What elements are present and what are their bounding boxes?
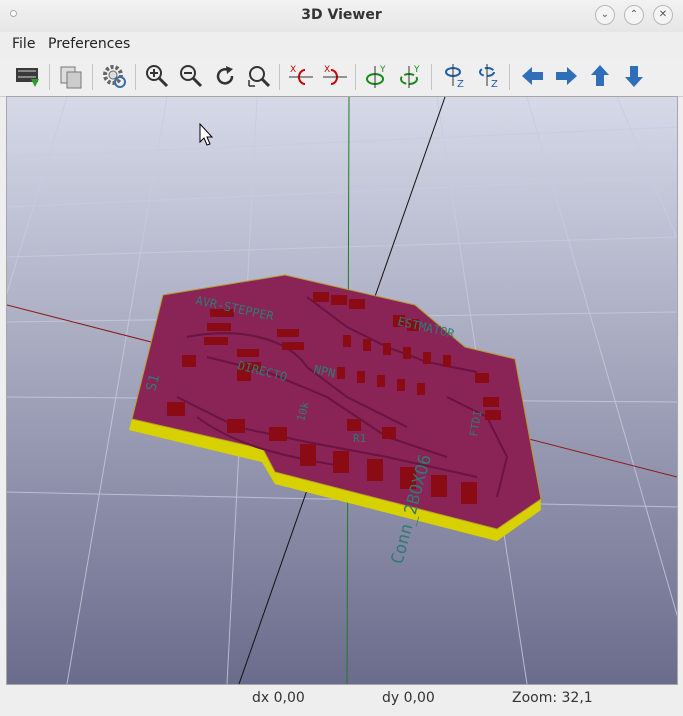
move-down-button[interactable] [620,62,648,90]
svg-text:Y: Y [379,65,386,75]
rotate-y-cw-button[interactable]: Y [363,62,391,90]
svg-text:Z: Z [457,79,464,90]
zoom-out-icon [180,65,203,88]
move-left-icon [522,67,543,85]
window-title: 3D Viewer [301,7,382,23]
toolbar-separator [49,64,50,90]
rotate-x-ccw-button[interactable]: X [321,62,349,90]
rotate-y-ccw-button[interactable]: Y [397,62,425,90]
settings-icon [103,65,126,88]
rotate-z-ccw-button[interactable]: Z [475,62,503,90]
status-dx: dx 0,00 [252,690,305,706]
move-up-button[interactable] [586,62,614,90]
zoom-out-button[interactable] [177,62,205,90]
title-bar: 3D Viewer ⌄ ⌃ ✕ [0,0,683,32]
svg-text:X: X [324,65,330,75]
rotate-y-cw-icon: Y [366,65,386,88]
3d-viewport[interactable]: AVR-STEPPER ESTMATOR NPN DIRECTO S1 10k … [6,96,678,685]
rotate-x-cw-button[interactable]: X [287,62,315,90]
status-dy: dy 0,00 [382,690,435,706]
toolbar-separator [355,64,356,90]
svg-text:Y: Y [413,65,420,75]
rotate-x-cw-icon: X [289,65,313,85]
rotate-z-ccw-icon: Z [479,64,498,90]
move-right-icon [556,67,577,85]
toolbar-separator [279,64,280,90]
menu-file[interactable]: File [12,36,35,52]
toolbar-separator [135,64,136,90]
maximize-icon[interactable]: ⌃ [624,5,644,25]
zoom-auto-button[interactable] [245,62,273,90]
toolbar-separator [431,64,432,90]
move-left-button[interactable] [519,62,547,90]
status-bar: dx 0,00 dy 0,00 Zoom: 32,1 [0,686,683,714]
move-down-icon [625,66,643,87]
settings-button[interactable] [100,62,128,90]
status-zoom: Zoom: 32,1 [512,690,593,706]
zoom-in-button[interactable] [143,62,171,90]
redraw-icon [216,66,234,85]
toolbar-separator [509,64,510,90]
copy-to-clipboard-icon [60,66,82,89]
move-up-icon [591,65,609,86]
board-render: AVR-STEPPER ESTMATOR NPN DIRECTO S1 10k … [7,97,677,684]
redraw-button[interactable] [211,62,239,90]
menu-bar: File Preferences [0,33,683,57]
reload-board-icon [16,68,39,87]
reload-board-button[interactable] [14,62,42,90]
copy-button[interactable] [57,62,85,90]
zoom-auto-icon [248,66,271,88]
svg-text:Z: Z [491,79,498,90]
minimize-icon[interactable]: ⌄ [595,5,615,25]
silk-label-r1: R1 [353,432,366,445]
rotate-y-ccw-icon: Y [400,65,420,88]
move-right-button[interactable] [552,62,580,90]
rotate-x-ccw-icon: X [323,65,347,85]
toolbar-separator [92,64,93,90]
rotate-z-cw-icon: Z [445,64,464,90]
svg-text:X: X [290,65,296,75]
zoom-in-icon [146,65,169,88]
toolbar: X X Y Y Z Z [0,58,683,97]
menu-preferences[interactable]: Preferences [48,36,130,52]
close-icon[interactable]: ✕ [653,5,673,25]
rotate-z-cw-button[interactable]: Z [441,62,469,90]
